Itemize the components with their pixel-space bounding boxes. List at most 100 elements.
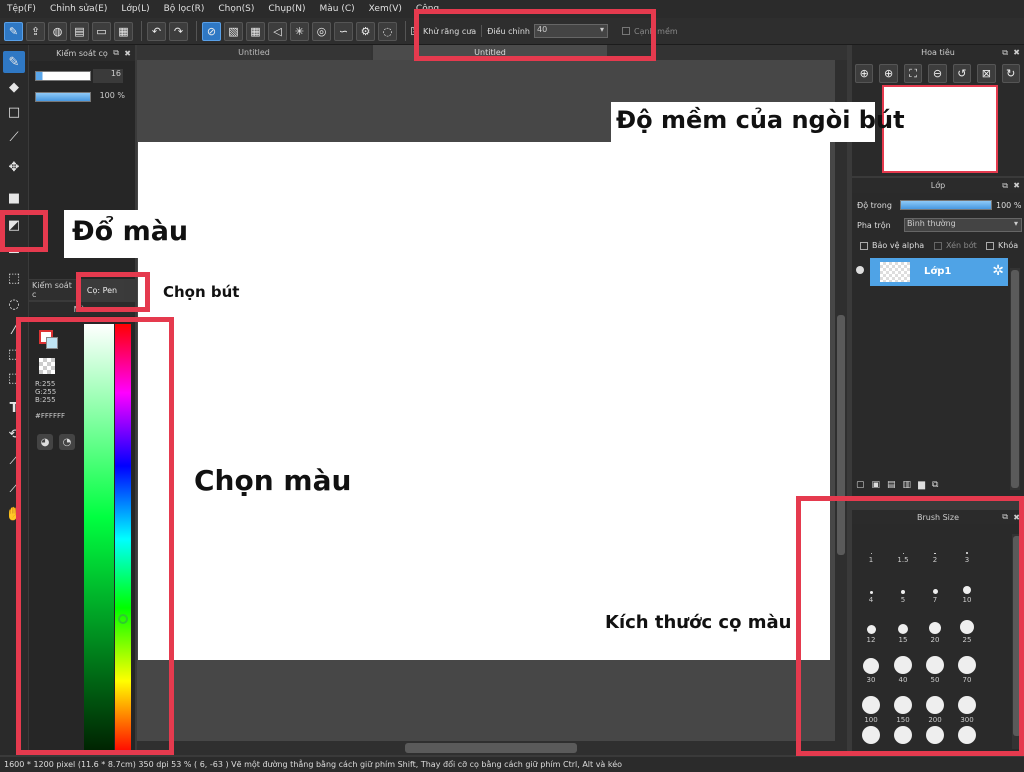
toolbar-divider: [405, 21, 406, 41]
tab-brush-control-label: Kiểm soát c: [32, 281, 72, 299]
new-folder-icon[interactable]: ▆: [918, 480, 925, 496]
menu-select[interactable]: Chọn(S): [211, 4, 261, 14]
annotation-pick-brush: Chọn bút: [163, 283, 240, 301]
new-layer-8bit-icon[interactable]: ▣: [872, 480, 881, 496]
canvas-tab[interactable]: Untitled: [137, 45, 371, 60]
brush-mode-icon[interactable]: ✎: [4, 21, 23, 41]
horizontal-scroll-thumb[interactable]: [405, 743, 577, 753]
layer-thumbnail: [880, 262, 910, 282]
panel-popout-icon[interactable]: ⧉: [1002, 181, 1008, 191]
undo-icon[interactable]: ↶: [147, 21, 166, 41]
brush-opacity-value: 100 %: [99, 91, 125, 100]
perspective-snap-icon[interactable]: ◁: [268, 21, 287, 41]
shape-fill-tool-icon[interactable]: ■: [3, 187, 25, 209]
protect-alpha-option[interactable]: Bảo vệ alpha: [860, 241, 924, 250]
navigator-header: Hoa tiêu ✖ ⧉: [852, 45, 1024, 60]
clipping-option[interactable]: Xén bớt: [934, 241, 977, 250]
layer-opacity-label: Độ trong: [857, 201, 892, 210]
layout-icon[interactable]: ▦: [114, 21, 133, 41]
brush-opacity-slider[interactable]: [35, 92, 91, 102]
rotate-right-icon[interactable]: ↻: [1001, 64, 1020, 83]
zoom-out-icon[interactable]: ⊖: [928, 64, 947, 83]
panel-popout-icon[interactable]: ⧉: [1002, 48, 1008, 58]
lock-option[interactable]: Khóa: [986, 241, 1018, 250]
duplicate-layer-icon[interactable]: ⧉: [932, 480, 938, 496]
new-layer-icon[interactable]: ▢: [856, 480, 865, 496]
panel-popout-icon[interactable]: ⧉: [113, 48, 119, 58]
panel-close-icon[interactable]: ✖: [1013, 48, 1020, 57]
layer-header: Lớp ✖ ⧉: [852, 178, 1024, 193]
page-icon[interactable]: ▭: [92, 21, 111, 41]
menu-layer[interactable]: Lớp(L): [114, 4, 156, 14]
menu-file[interactable]: Tệp(F): [0, 4, 43, 14]
layer-title: Lớp: [930, 181, 946, 190]
status-text: 1600 * 1200 pixel (11.6 * 8.7cm) 350 dpi…: [4, 760, 623, 769]
lasso-tool-icon[interactable]: ◌: [3, 293, 25, 315]
snap-options-icon[interactable]: ◌: [378, 21, 397, 41]
eraser-tool-icon[interactable]: ◆: [3, 76, 25, 98]
highlight-softness: [414, 9, 656, 61]
layer-panel: Độ trong 100 % Pha trộn Bình thường Bảo …: [852, 193, 1024, 498]
menu-color[interactable]: Màu (C): [313, 4, 362, 14]
redo-icon[interactable]: ↷: [169, 21, 188, 41]
menu-capture[interactable]: Chụp(N): [261, 4, 312, 14]
brush-size-slider[interactable]: [35, 71, 91, 81]
layer-visibility-icon[interactable]: [856, 266, 864, 274]
clipping-label: Xén bớt: [946, 241, 977, 250]
layer-opacity-slider[interactable]: [900, 200, 992, 210]
menu-filter[interactable]: Bộ lọc(R): [157, 4, 212, 14]
parallel-snap-icon[interactable]: ▧: [224, 21, 243, 41]
comment-icon[interactable]: ▤: [70, 21, 89, 41]
blend-mode-dropdown[interactable]: Bình thường: [904, 218, 1022, 232]
brush-control-header: Kiểm soát cọ ✖ ⧉: [29, 45, 135, 61]
panel-close-icon[interactable]: ✖: [1013, 181, 1020, 190]
move-tool-icon[interactable]: ✥: [3, 156, 25, 178]
no-snap-icon[interactable]: ⊘: [202, 21, 221, 41]
brush-tool-icon[interactable]: ✎: [3, 51, 25, 73]
grid-snap-icon[interactable]: ▦: [246, 21, 265, 41]
layer-scrollbar[interactable]: [1010, 268, 1020, 490]
lock-checkbox[interactable]: [986, 241, 994, 250]
export-icon[interactable]: ⇪: [26, 21, 45, 41]
menu-view[interactable]: Xem(V): [362, 4, 409, 14]
add-layer-menu-icon[interactable]: ▥: [903, 480, 912, 496]
layer-row[interactable]: Lớp1 ✲: [870, 258, 1008, 286]
radial-snap-icon[interactable]: ✳: [290, 21, 309, 41]
new-layer-1bit-icon[interactable]: ▤: [887, 480, 896, 496]
select-tool-icon[interactable]: ⬚: [3, 267, 25, 289]
brush-size-value[interactable]: 16: [93, 69, 123, 83]
zoom-plus-icon[interactable]: ⊕: [879, 64, 898, 83]
reset-view-icon[interactable]: ⊠: [977, 64, 996, 83]
lock-label: Khóa: [998, 241, 1019, 250]
layer-opacity-value: 100 %: [996, 201, 1022, 210]
rectangle-tool-icon[interactable]: □: [3, 101, 25, 123]
circle-snap-icon[interactable]: ◎: [312, 21, 331, 41]
highlight-brush-size: [796, 496, 1024, 756]
horizontal-scrollbar[interactable]: [137, 741, 835, 755]
blend-mode-label: Pha trộn: [857, 221, 891, 230]
layer-scroll-thumb[interactable]: [1011, 270, 1019, 488]
annotation-brush-size: Kích thước cọ màu: [605, 612, 792, 633]
settings-icon[interactable]: ⚙: [356, 21, 375, 41]
layer-settings-icon[interactable]: ✲: [992, 263, 1004, 279]
curve-snap-icon[interactable]: ∽: [334, 21, 353, 41]
toolbar-divider: [141, 21, 142, 41]
panel-close-icon[interactable]: ✖: [124, 49, 131, 58]
line-tool-icon[interactable]: ⟋: [3, 126, 25, 148]
speech-bubble-icon[interactable]: ◍: [48, 21, 67, 41]
brush-control-title: Kiểm soát cọ: [56, 48, 108, 58]
rotate-left-icon[interactable]: ↺: [952, 64, 972, 83]
menu-edit[interactable]: Chỉnh sửa(E): [43, 4, 114, 14]
zoom-in-icon[interactable]: ⊕: [855, 64, 874, 83]
toolbar-divider: [196, 21, 197, 41]
clipping-checkbox[interactable]: [934, 241, 942, 250]
fit-window-icon[interactable]: ⛶: [903, 64, 923, 83]
navigator-title: Hoa tiêu: [921, 48, 955, 57]
annotation-softness: Độ mềm của ngòi bút: [616, 106, 905, 134]
drawing-canvas[interactable]: [138, 142, 830, 660]
protect-alpha-checkbox[interactable]: [860, 241, 868, 250]
navigator-toolbar: ⊕ ⊕ ⛶ ⊖ ↺ ⊠ ↻: [855, 64, 1023, 84]
layer-name: Lớp1: [924, 266, 952, 277]
tab-brush-control[interactable]: Kiểm soát c: [29, 280, 77, 300]
highlight-color: [16, 317, 174, 755]
